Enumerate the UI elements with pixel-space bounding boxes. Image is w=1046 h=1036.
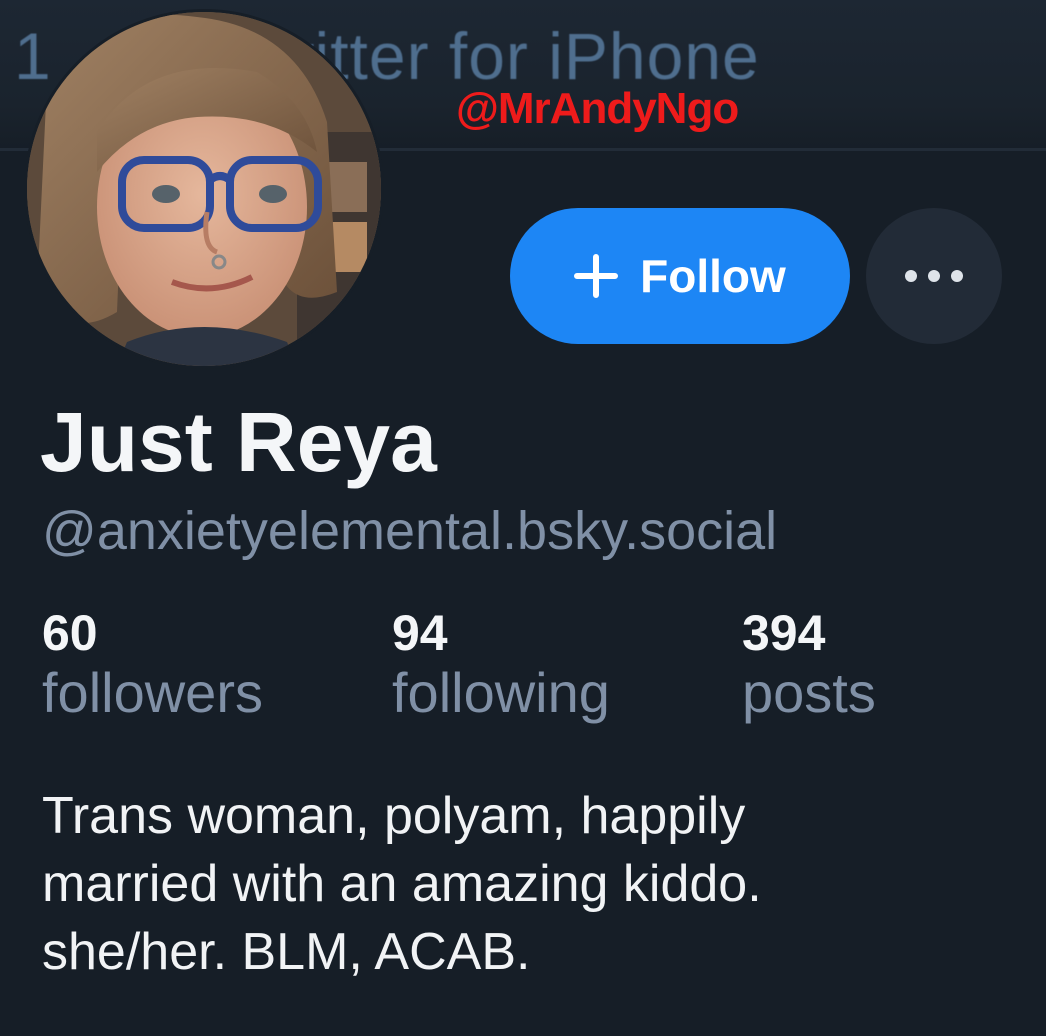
followers-label: followers	[42, 661, 263, 724]
user-handle: @anxietyelemental.bsky.social	[42, 501, 778, 561]
following-stat[interactable]: 94 following	[392, 604, 610, 724]
follow-button-label: Follow	[640, 250, 786, 302]
following-count: 94	[392, 605, 448, 661]
ellipsis-icon	[905, 270, 963, 282]
follow-button[interactable]: Follow	[510, 208, 850, 344]
more-options-button[interactable]	[866, 208, 1002, 344]
bio-line: Trans woman, polyam, happily	[42, 787, 746, 845]
display-name: Just Reya	[40, 395, 437, 489]
followers-count: 60	[42, 605, 98, 661]
plus-icon	[574, 254, 619, 298]
watermark-label: @MrAndyNgo	[456, 84, 739, 133]
profile-photo-icon	[27, 12, 381, 366]
profile-bio: Trans woman, polyam, happily married wit…	[42, 782, 1002, 986]
followers-stat[interactable]: 60 followers	[42, 604, 263, 724]
posts-stat[interactable]: 394 posts	[742, 604, 876, 724]
following-label: following	[392, 661, 610, 724]
posts-label: posts	[742, 661, 876, 724]
avatar[interactable]	[24, 9, 384, 369]
posts-count: 394	[742, 605, 826, 661]
bio-line: she/her. BLM, ACAB.	[42, 923, 531, 981]
bio-line: married with an amazing kiddo.	[42, 855, 762, 913]
